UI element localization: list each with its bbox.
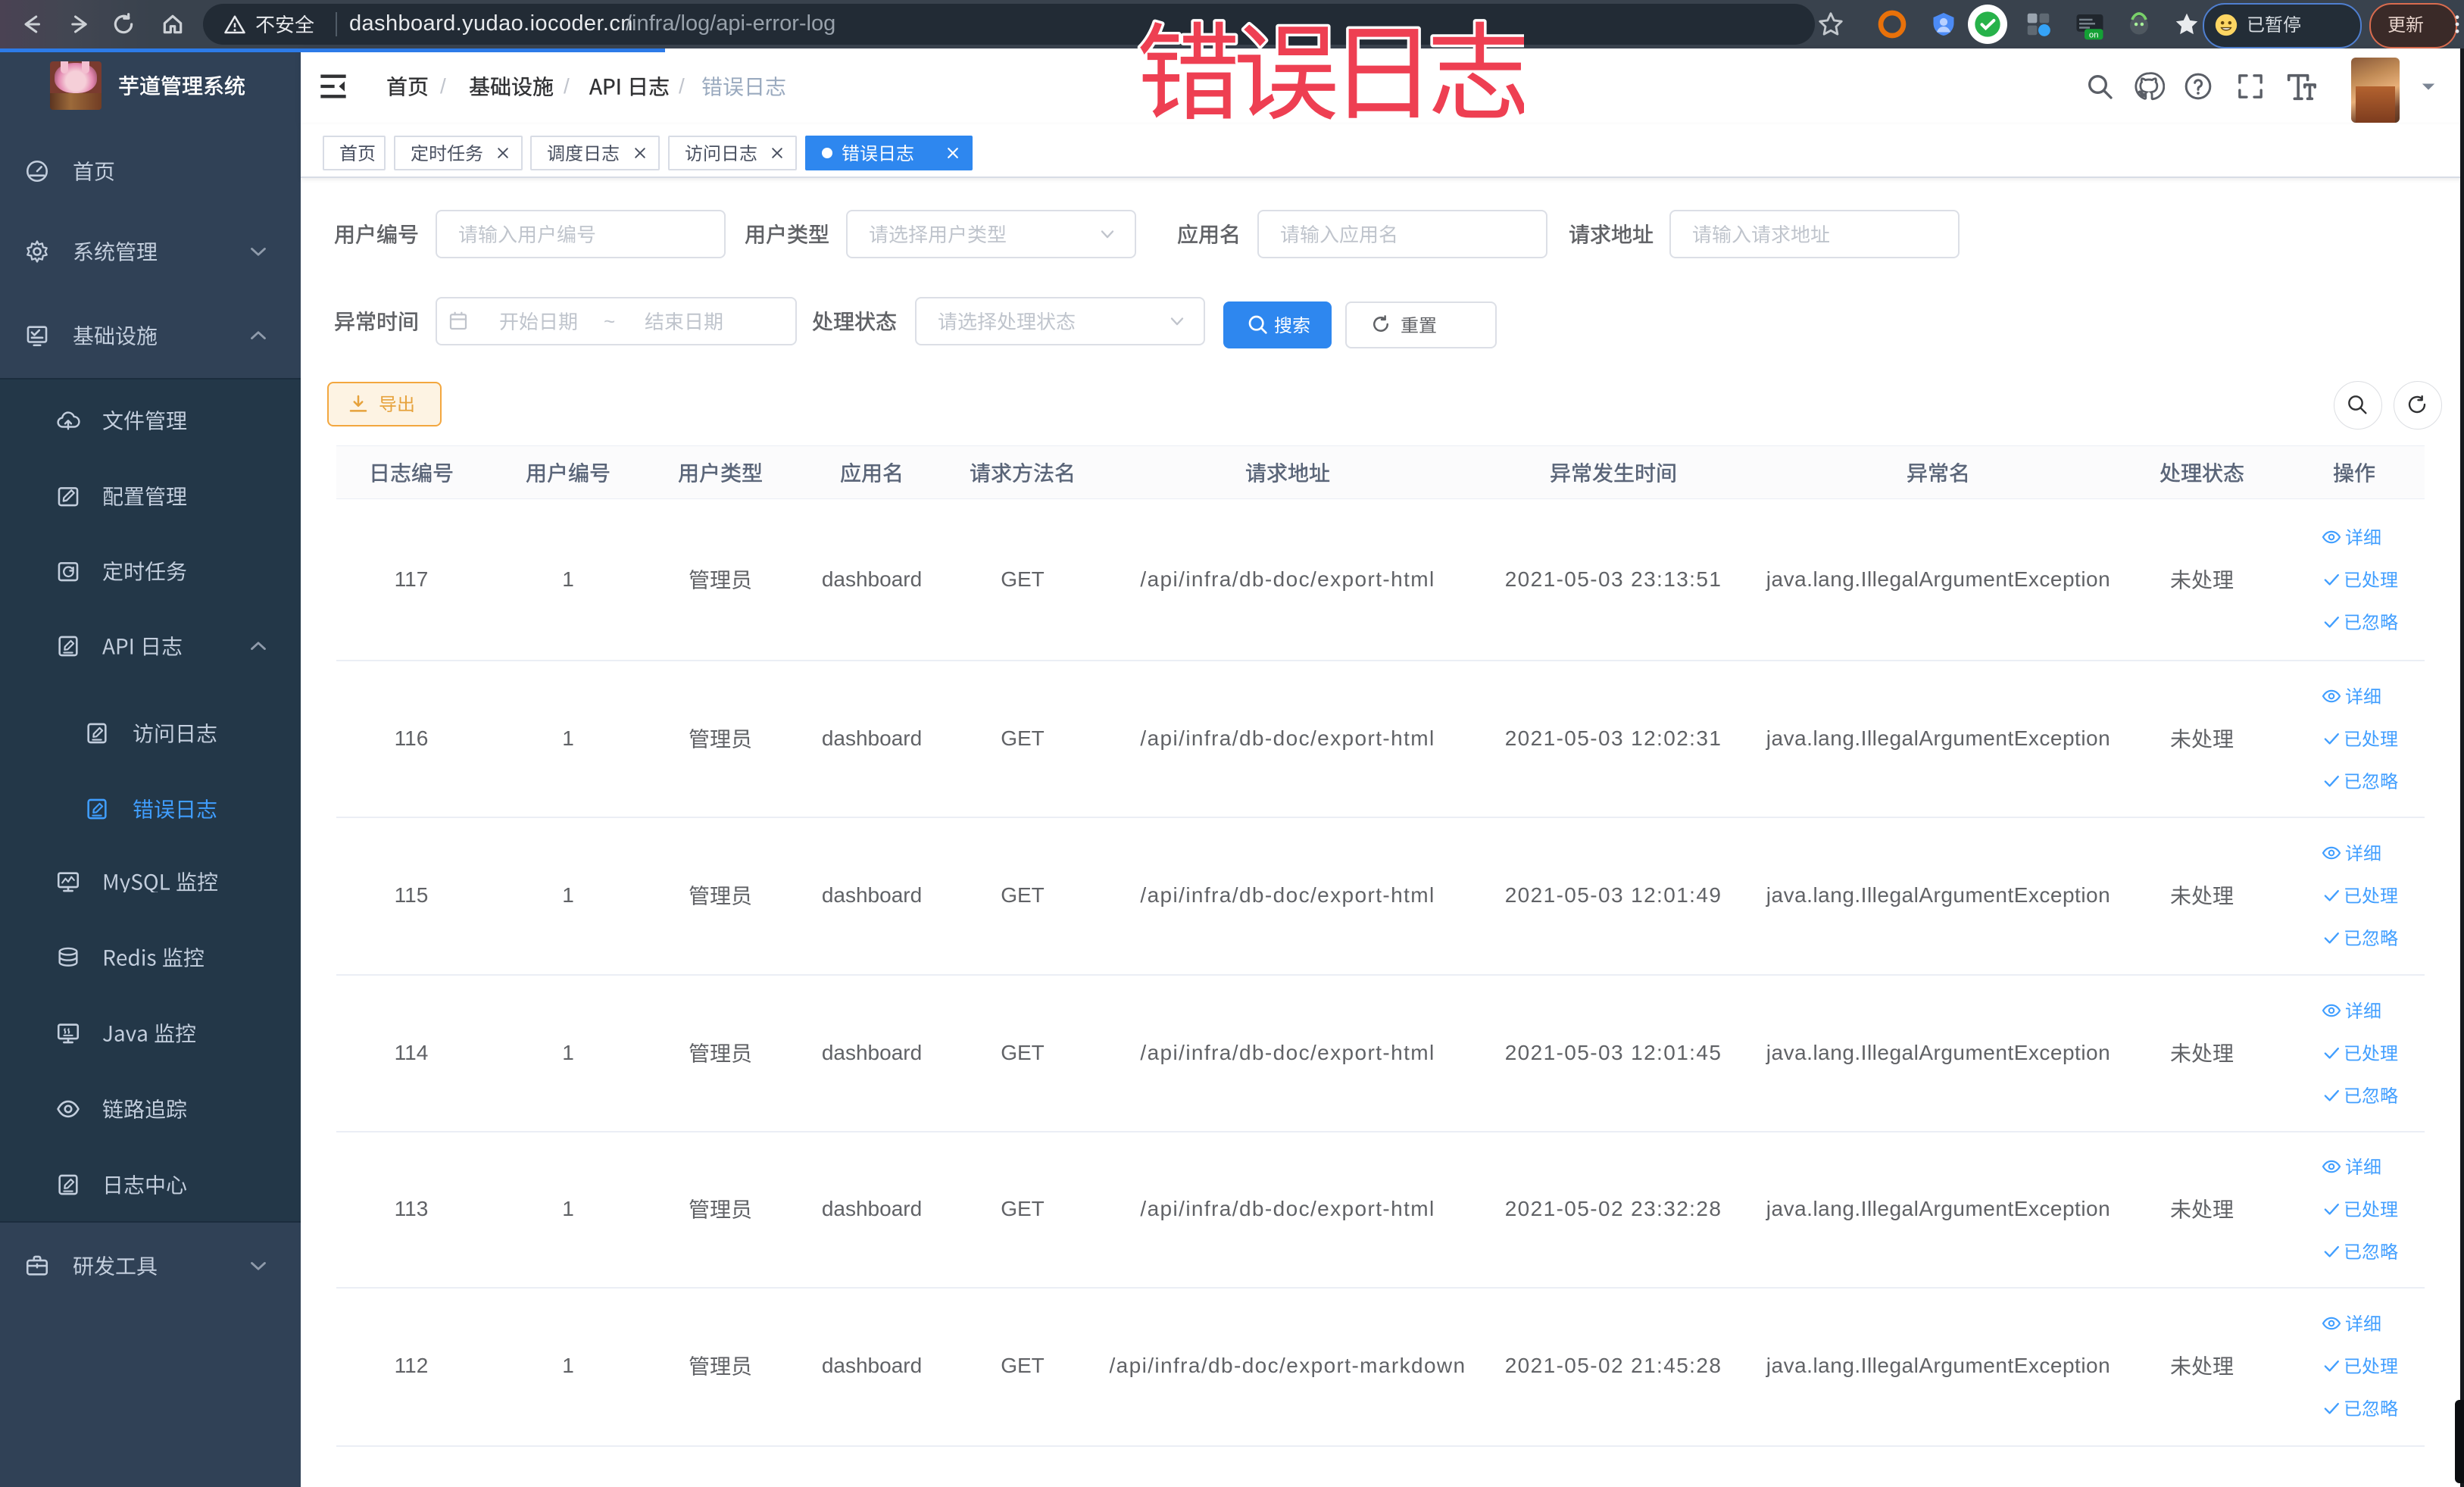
svg-text:on: on	[2089, 30, 2099, 39]
